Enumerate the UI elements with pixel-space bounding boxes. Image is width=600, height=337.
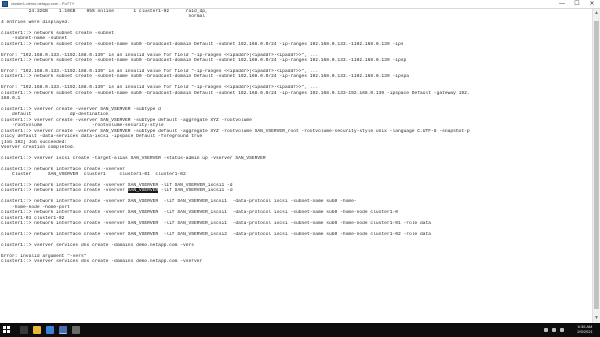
notification-icon[interactable] — [560, 328, 564, 332]
terminal-line-text: cluster1::> network subnet create -subne… — [1, 30, 115, 36]
terminal-line-text: cluster1::> network interface create -vs… — [1, 210, 398, 216]
terminal-line-text: cluster1-01 cluster1-02 — [1, 215, 65, 221]
taskbar: 6:36 AM 2/5/2021 — [0, 323, 600, 337]
vertical-scrollbar[interactable]: ▲ ▼ — [592, 9, 600, 323]
selected-text-highlight[interactable]: SAN_VSERVER — [127, 188, 159, 194]
terminal-line-text: Error: "192.168.0.133.-1192.168.0.139" i… — [1, 85, 319, 91]
terminal-line-text: cluster1::> network interface create -vs… — [1, 199, 357, 205]
terminal-line-text: [Job 192] Job succeeded: — [1, 139, 68, 145]
terminal-line-text: -home-node -home-port — [1, 204, 70, 210]
maximize-button[interactable]: ☐ — [571, 0, 583, 8]
terminal-line-text: cluster1::> vserver services dns create … — [1, 242, 194, 248]
terminal-line-text: cluster1::> vserver services dns create … — [1, 259, 205, 265]
search-icon[interactable] — [20, 326, 28, 334]
terminal-line-text: cluster1::> vserver create -vserver SAN_… — [1, 128, 470, 134]
terminal-line-text: cluster1::> vserver iscsi create -target… — [1, 155, 266, 161]
terminal-line-text: 24.32GB 1.10GB 95% online 1 cluster1-02 … — [1, 9, 208, 14]
terminal-line-text: Error: "192.168.0.133.-1192.168.0.139" i… — [1, 52, 319, 58]
terminal-line-text: Error: invalid argument "-vers" — [1, 253, 87, 259]
putty-window: cluster1-demo.netapp.com - PuTTY — ☐ ✕ 2… — [0, 0, 600, 337]
terminal-line-text: cluster1::> network interface create -vs… — [1, 183, 233, 188]
terminal-icon[interactable] — [72, 326, 80, 334]
terminal-line-text: cluster1::> network subnet create -subne… — [1, 41, 404, 47]
close-button[interactable]: ✕ — [586, 0, 598, 8]
terminal-line-text: -subnet-name -subnet — [1, 36, 68, 42]
terminal-line-text: cluster1::> network interface create -vs… — [1, 188, 128, 194]
terminal-line-text: cluster1::> network interface create -vs… — [1, 166, 126, 172]
terminal-line-text: normal — [1, 14, 205, 20]
clock-date: 2/5/2021 — [577, 329, 593, 334]
windows-start-icon[interactable] — [3, 326, 11, 334]
terminal-line-text: 168.0.1 — [1, 96, 21, 101]
putty-icon[interactable] — [59, 326, 67, 334]
terminal-line-text: Cluster SAN_VSERVER cluster1 cluster1-01… — [1, 172, 186, 178]
system-tray[interactable] — [540, 325, 570, 335]
terminal-line-text: cluster1::> network interface create -vs… — [1, 231, 432, 237]
minimize-button[interactable]: — — [556, 0, 568, 8]
terminal-line-text: olicy default -data-services data-iscsi … — [1, 134, 203, 140]
terminal-output: 24.32GB 1.10GB 95% online 1 cluster1-02 … — [1, 9, 591, 265]
terminal-line-text: Vserver creation completed. — [1, 144, 76, 150]
scroll-up-arrow-icon[interactable]: ▲ — [594, 10, 599, 16]
network-icon[interactable] — [544, 328, 548, 332]
terminal-area[interactable]: 24.32GB 1.10GB 95% online 1 cluster1-02 … — [0, 9, 592, 323]
terminal-line-text: -rootvolume -rootvolume-security-style — [1, 123, 164, 129]
terminal-line-text: 4 entries were displayed. — [1, 19, 70, 25]
scroll-down-arrow-icon[interactable]: ▼ — [594, 315, 599, 321]
terminal-line-text: cluster1::> vserver create -vserver SAN_… — [1, 117, 252, 123]
file-explorer-icon[interactable] — [33, 326, 41, 334]
taskbar-clock[interactable]: 6:36 AM 2/5/2021 — [572, 324, 598, 334]
terminal-line-text: cluster1::> network subnet create -subne… — [1, 74, 409, 80]
browser-icon[interactable] — [46, 326, 54, 334]
terminal-line-text: cluster1::> network subnet create -subne… — [1, 57, 407, 63]
volume-icon[interactable] — [552, 328, 556, 332]
terminal-line-text: default dp-destination — [1, 112, 109, 118]
scroll-thumb[interactable] — [594, 21, 599, 309]
terminal-line: cluster1::> vserver services dns create … — [1, 259, 591, 264]
terminal-line-text: -lif SAN_VSERVER_iscsi1 -d — [158, 188, 233, 194]
title-bar[interactable]: cluster1-demo.netapp.com - PuTTY — ☐ ✕ — [0, 0, 600, 9]
terminal-line-text: cluster1::> network subnet create -subne… — [1, 90, 470, 96]
terminal-line-text: Error: "192.168.0.133.-1192.168.0.139" i… — [1, 68, 319, 74]
window-title: cluster1-demo.netapp.com - PuTTY — [11, 1, 75, 6]
putty-app-icon — [2, 1, 8, 7]
terminal-line-text: cluster1::> vserver create -vserver SAN_… — [1, 106, 161, 112]
terminal-line-text: cluster1::> network interface create -vs… — [1, 221, 432, 227]
